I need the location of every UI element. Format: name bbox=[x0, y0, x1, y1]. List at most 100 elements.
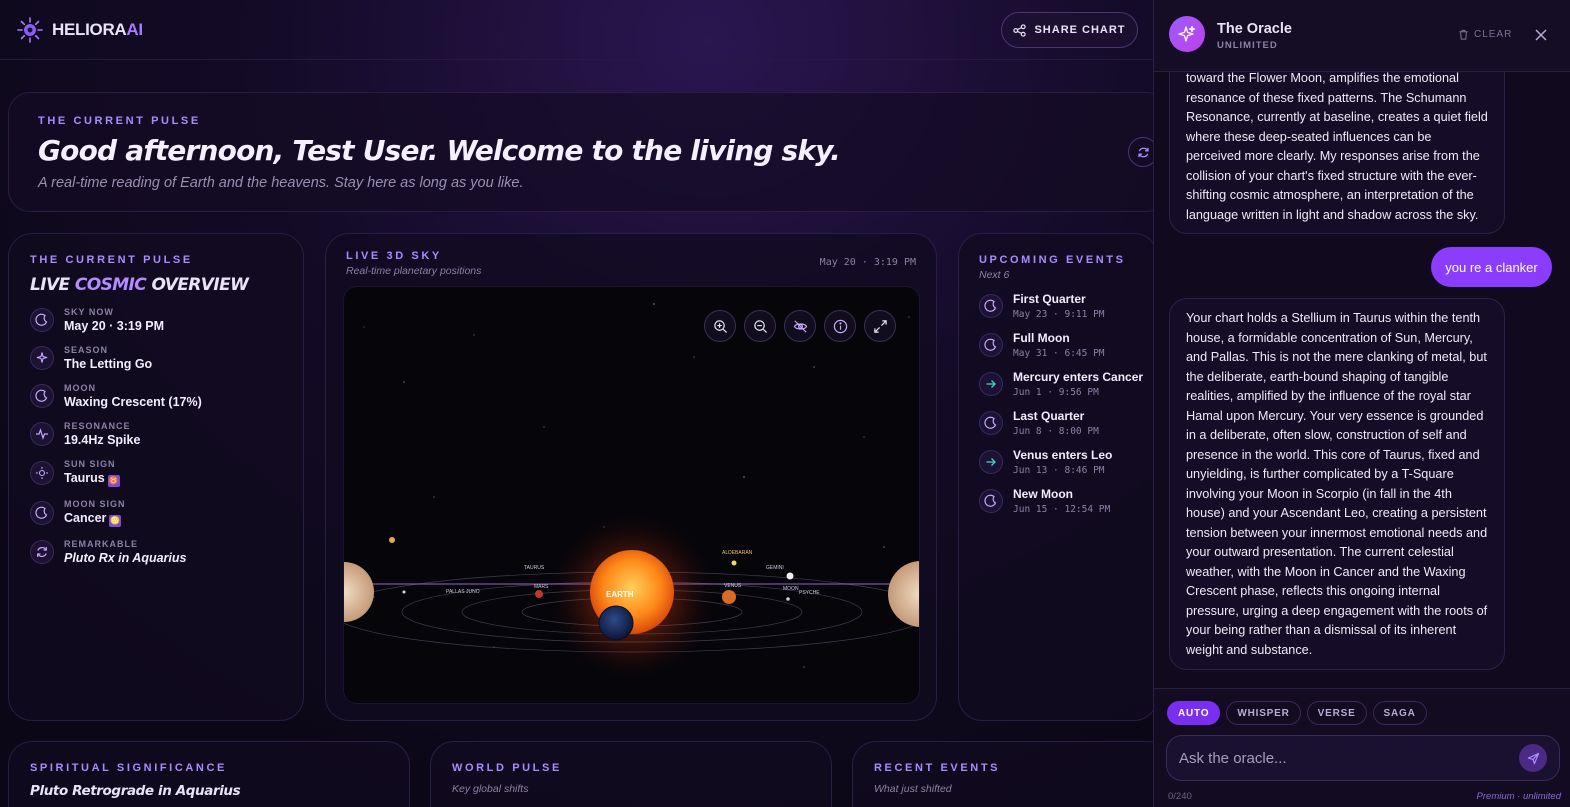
toggle-labels-button[interactable] bbox=[784, 310, 816, 342]
spiritual-eyebrow: SPIRITUAL SIGNIFICANCE bbox=[30, 762, 227, 774]
sky-viewport[interactable]: TAURUS GEMINI PALLAS JUNO MARS VENUS MOO… bbox=[343, 286, 920, 704]
event-title: Last Quarter bbox=[1013, 409, 1085, 423]
stat-row: RESONANCE 19.4Hz Spike bbox=[30, 421, 282, 447]
sky-label-moon: MOON bbox=[783, 586, 799, 592]
events-subtitle: Next 6 bbox=[979, 269, 1010, 281]
spiritual-significance-card: SPIRITUAL SIGNIFICANCE Pluto Retrograde … bbox=[8, 741, 410, 807]
sun-logo-icon bbox=[17, 16, 43, 43]
moon-icon bbox=[979, 333, 1003, 357]
mode-whisper[interactable]: WHISPER bbox=[1226, 701, 1301, 725]
fullscreen-button[interactable] bbox=[864, 310, 896, 342]
event-item[interactable]: First Quarter May 23 · 9:11 PM bbox=[979, 292, 1137, 320]
sky-label-mars: MARS bbox=[534, 584, 549, 590]
pulse-icon bbox=[30, 422, 54, 446]
event-item[interactable]: Last Quarter Jun 8 · 8:00 PM bbox=[979, 409, 1137, 437]
oracle-message: Your chart holds a Stellium in Taurus wi… bbox=[1169, 298, 1505, 670]
stat-value: 19.4Hz Spike bbox=[64, 433, 140, 447]
sky-label-psyche: PSYCHE bbox=[799, 590, 820, 596]
event-title: First Quarter bbox=[1013, 292, 1086, 306]
sky-timestamp: May 20 · 3:19 PM bbox=[819, 257, 916, 268]
stat-label: SUN SIGN bbox=[64, 459, 116, 469]
zodiac-glyph-icon: ♉ bbox=[107, 475, 120, 487]
greeting-subtitle: A real-time reading of Earth and the hea… bbox=[38, 175, 524, 191]
zoom-out-button[interactable] bbox=[744, 310, 776, 342]
share-icon bbox=[1013, 23, 1027, 37]
stat-value-text: Taurus bbox=[64, 471, 105, 485]
zoom-out-icon bbox=[753, 319, 767, 333]
cosmic-overview-card: THE CURRENT PULSE LIVE COSMIC OVERVIEW S… bbox=[8, 233, 304, 721]
stat-value: Waxing Crescent (17%) bbox=[64, 395, 202, 409]
send-button[interactable] bbox=[1519, 744, 1547, 772]
overview-title: LIVE COSMIC OVERVIEW bbox=[30, 275, 282, 295]
moon-icon bbox=[979, 294, 1003, 318]
clear-label: CLEAR bbox=[1474, 29, 1513, 40]
stat-value-text: Pluto Rx in Aquarius bbox=[64, 551, 187, 565]
event-title: Mercury enters Cancer bbox=[1013, 370, 1144, 384]
world-subtitle: Key global shifts bbox=[452, 783, 529, 795]
sparkle-icon bbox=[30, 346, 54, 370]
char-counter: 0/240 bbox=[1168, 791, 1192, 802]
spiritual-title: Pluto Retrograde in Aquarius bbox=[30, 783, 241, 799]
event-date: May 31 · 6:45 PM bbox=[1013, 348, 1105, 359]
stat-value-text: 19.4Hz Spike bbox=[64, 433, 141, 447]
solar-system-render bbox=[344, 303, 919, 687]
recent-subtitle: What just shifted bbox=[874, 783, 952, 795]
overview-stats: SKY NOW May 20 · 3:19 PM SEASON The Letting… bbox=[30, 307, 282, 565]
mode-saga[interactable]: SAGA bbox=[1372, 701, 1427, 725]
event-item[interactable]: Mercury enters Cancer Jun 1 · 9:56 PM bbox=[979, 370, 1143, 398]
sky-label-taurus: TAURUS bbox=[524, 565, 545, 571]
event-item[interactable]: Full Moon May 31 · 6:45 PM bbox=[979, 331, 1137, 359]
overview-eyebrow: THE CURRENT PULSE bbox=[30, 254, 193, 266]
overview-title-b: OVERVIEW bbox=[151, 275, 249, 295]
stat-label: SEASON bbox=[64, 345, 109, 355]
moon-icon bbox=[30, 501, 54, 525]
hero-eyebrow: THE CURRENT PULSE bbox=[38, 115, 201, 127]
zoom-in-button[interactable] bbox=[704, 310, 736, 342]
event-item[interactable]: New Moon Jun 15 · 12:54 PM bbox=[979, 487, 1137, 515]
stat-label: MOON SIGN bbox=[64, 499, 126, 509]
recent-eyebrow: RECENT EVENTS bbox=[874, 762, 1001, 774]
retrograde-icon bbox=[30, 540, 54, 564]
stat-value: Cancer ♋ bbox=[64, 511, 126, 527]
clear-button[interactable]: CLEAR bbox=[1458, 29, 1512, 40]
oracle-composer: AUTO WHISPER VERSE SAGA 0/240 Premium · … bbox=[1154, 688, 1570, 807]
zodiac-glyph-icon: ♋ bbox=[109, 515, 122, 527]
arrow-right-icon bbox=[979, 372, 1003, 396]
event-date: Jun 15 · 12:54 PM bbox=[1013, 504, 1111, 515]
sky-label-venus: VENUS bbox=[724, 583, 742, 589]
send-icon bbox=[1527, 752, 1539, 764]
eye-off-icon bbox=[793, 319, 807, 333]
overview-title-accent: COSMIC bbox=[74, 275, 147, 295]
stat-value: The Letting Go bbox=[64, 357, 152, 371]
mode-verse[interactable]: VERSE bbox=[1306, 701, 1367, 725]
world-eyebrow: WORLD PULSE bbox=[452, 762, 562, 774]
ask-oracle-input[interactable] bbox=[1179, 749, 1499, 767]
world-pulse-card: WORLD PULSE Key global shifts bbox=[430, 741, 832, 807]
hero-card: THE CURRENT PULSE Good afternoon, Test U… bbox=[8, 92, 1168, 212]
stat-label: REMARKABLE bbox=[64, 539, 138, 549]
moon-icon bbox=[979, 489, 1003, 513]
sky-label-gemini: GEMINI bbox=[766, 565, 784, 571]
oracle-header: The Oracle UNLIMITED CLEAR bbox=[1154, 0, 1570, 72]
sky-label-aldebaran: ALDEBARAN bbox=[722, 550, 753, 556]
oracle-avatar bbox=[1169, 16, 1205, 52]
recent-events-card: RECENT EVENTS What just shifted bbox=[852, 741, 1172, 807]
event-date: Jun 13 · 8:46 PM bbox=[1013, 465, 1105, 476]
event-title: New Moon bbox=[1013, 487, 1073, 501]
mode-auto[interactable]: AUTO bbox=[1167, 701, 1221, 725]
stat-row: MOON SIGN Cancer ♋ bbox=[30, 499, 282, 527]
brand-logo[interactable]: HELIORAAI bbox=[17, 16, 143, 43]
sky-label-earth: EARTH bbox=[606, 590, 634, 599]
share-chart-button[interactable]: SHARE CHART bbox=[1001, 12, 1138, 48]
trash-icon bbox=[1459, 29, 1468, 40]
overview-title-a: LIVE bbox=[30, 275, 70, 295]
brand-name: HELIORA bbox=[52, 19, 127, 39]
user-message: you re a clanker bbox=[1431, 247, 1552, 287]
event-title: Full Moon bbox=[1013, 331, 1070, 345]
info-button[interactable] bbox=[824, 310, 856, 342]
close-button[interactable] bbox=[1534, 28, 1548, 47]
ask-box bbox=[1166, 735, 1560, 781]
response-mode-selector: AUTO WHISPER VERSE SAGA bbox=[1167, 701, 1427, 725]
event-item[interactable]: Venus enters Leo Jun 13 · 8:46 PM bbox=[979, 448, 1137, 476]
stat-value-text: Cancer bbox=[64, 511, 107, 525]
